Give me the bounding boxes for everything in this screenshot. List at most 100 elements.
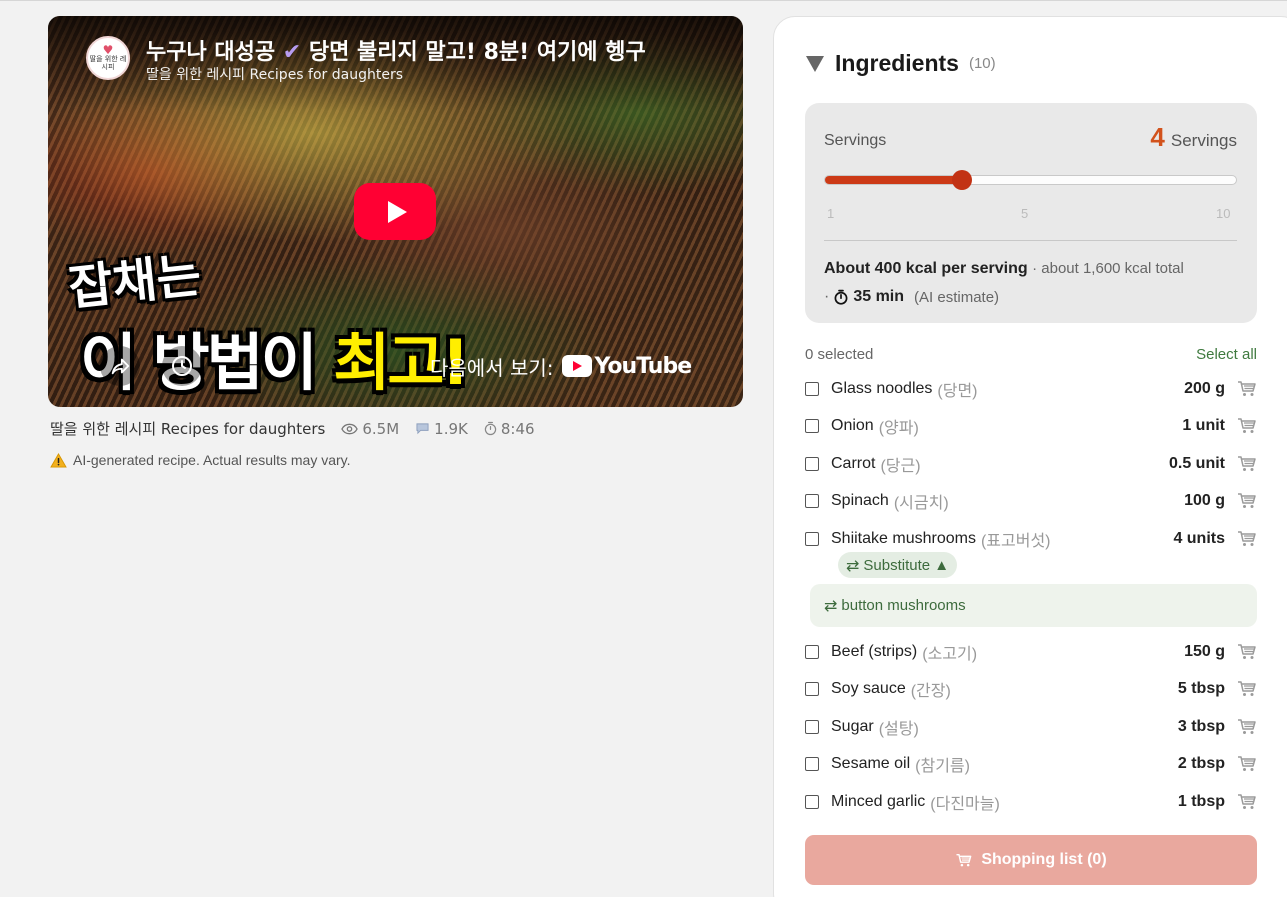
youtube-wordmark: YouTube [594,353,693,379]
views-stat: 6.5M [341,420,399,438]
ingredient-name: Minced garlic [831,793,926,810]
ingredient-checkbox[interactable] [805,795,819,809]
check-icon: ✔ [282,40,302,65]
add-to-cart-icon[interactable] [1237,793,1257,811]
ingredient-korean-name: (간장) [910,683,951,700]
watch-on-label: 다음에서 보기: [430,355,554,380]
eye-icon [341,423,359,434]
time-info: · 35 min (AI estimate) [824,288,999,306]
channel-avatar[interactable]: ♥ 딸을 위한 레시피 [86,36,130,80]
selected-count: 0 selected [805,346,874,363]
ingredient-row[interactable]: Carrot (당근) 0.5 unit [805,452,1257,476]
share-icon[interactable] [100,346,140,386]
ingredient-checkbox[interactable] [805,720,819,734]
ingredient-korean-name: (다진마늘) [930,796,1000,813]
ingredient-name: Soy sauce [831,680,906,697]
ingredient-row[interactable]: Glass noodles (당면) 200 g [805,377,1257,401]
ingredient-row[interactable]: Minced garlic (다진마늘) 1 tbsp [805,790,1257,814]
add-to-cart-icon[interactable] [1237,755,1257,773]
kcal-info: About 400 kcal per serving · about 1,600… [824,260,1184,278]
watch-on-youtube[interactable]: 다음에서 보기: YouTube [424,346,705,386]
ingredient-row[interactable]: Beef (strips) (소고기) 150 g [805,640,1257,664]
shopping-list-button[interactable]: Shopping list (0) [805,835,1257,885]
duration-text: 8:46 [500,419,535,438]
cook-time: 35 min [853,288,905,305]
ingredient-korean-name: (당면) [937,383,978,400]
kcal-per-serving: About 400 kcal per serving [824,260,1028,277]
video-meta: 딸을 위한 레시피 Recipes for daughters 6.5M 1.9… [50,418,535,439]
substitute-toggle[interactable]: ⇄ Substitute ▲ [838,552,958,578]
servings-unit: Servings [1170,131,1237,150]
warning-text: AI-generated recipe. Actual results may … [73,452,351,468]
shopping-list-label: Shopping list (0) [981,851,1107,868]
top-border [0,0,1287,1]
views-count: 6.5M [362,419,400,438]
select-all-link[interactable]: Select all [1196,346,1257,363]
servings-value: 4 Servings [1150,122,1237,153]
add-to-cart-icon[interactable] [1237,530,1257,548]
ingredient-amount: 3 tbsp [1177,718,1225,735]
add-to-cart-icon[interactable] [1237,643,1257,661]
ingredient-name: Spinach [831,492,889,509]
comments-count: 1.9K [434,419,468,438]
avatar-text: 딸을 위한 레시피 [89,55,127,71]
ingredient-checkbox[interactable] [805,645,819,659]
time-note: (AI estimate) [914,288,1000,306]
ingredient-name: Onion [831,417,874,434]
ai-warning: AI-generated recipe. Actual results may … [50,452,351,468]
servings-divider [824,240,1237,241]
ingredient-checkbox[interactable] [805,532,819,546]
add-to-cart-icon[interactable] [1237,492,1257,510]
add-to-cart-icon[interactable] [1237,718,1257,736]
play-button[interactable] [354,183,436,240]
watch-later-icon[interactable] [162,346,202,386]
swap-icon: ⇄ [824,596,838,615]
ingredient-amount: 0.5 unit [1168,455,1225,472]
ingredient-row[interactable]: Spinach (시금치) 100 g [805,489,1257,513]
stopwatch-icon [484,421,497,436]
ingredient-checkbox[interactable] [805,419,819,433]
ingredient-row[interactable]: Soy sauce (간장) 5 tbsp [805,677,1257,701]
video-title-part2: 당면 불리지 말고! 8분! 여기에 헹구 [308,40,646,65]
servings-slider[interactable] [824,170,1237,190]
add-to-cart-icon[interactable] [1237,380,1257,398]
servings-slider-thumb[interactable] [951,170,972,190]
ingredients-count: (10) [968,55,996,72]
ingredient-amount: 5 tbsp [1177,680,1225,697]
add-to-cart-icon[interactable] [1237,417,1257,435]
substitute-suggestion: ⇄ button mushrooms [810,584,1257,627]
ingredient-korean-name: (당근) [880,458,921,475]
ingredient-row[interactable]: Shiitake mushrooms (표고버섯) 4 units [805,527,1257,551]
ingredient-korean-name: (소고기) [922,646,978,663]
ingredient-name: Glass noodles [831,380,933,397]
ingredient-amount: 1 tbsp [1177,793,1225,810]
ingredient-checkbox[interactable] [805,757,819,771]
video-title[interactable]: 누구나 대성공 ✔ 당면 불리지 말고! 8분! 여기에 헹구 [146,34,736,66]
video-channel-name[interactable]: 딸을 위한 레시피 Recipes for daughters [146,64,403,84]
add-to-cart-icon[interactable] [1237,680,1257,698]
ingredients-header[interactable]: Ingredients (10) [806,50,996,77]
thumbnail-caption-top: 잡채는 [65,247,204,317]
collapse-triangle-icon[interactable] [806,55,824,72]
ingredient-korean-name: (설탕) [878,721,919,738]
ingredient-amount: 150 g [1184,643,1225,660]
selection-row: 0 selected Select all [805,346,1257,363]
duration-stat: 8:46 [484,420,535,438]
ingredient-amount: 2 tbsp [1177,755,1225,772]
slider-tick-max: 10 [1216,206,1231,221]
ingredient-row[interactable]: Sesame oil (참기름) 2 tbsp [805,752,1257,776]
add-to-cart-icon[interactable] [1237,455,1257,473]
ingredient-checkbox[interactable] [805,457,819,471]
ingredient-checkbox[interactable] [805,382,819,396]
ingredient-korean-name: (표고버섯) [980,533,1051,550]
ingredient-amount: 1 unit [1182,417,1225,434]
ingredient-amount: 4 units [1173,530,1225,547]
ingredient-checkbox[interactable] [805,494,819,508]
ingredient-row[interactable]: Onion (양파) 1 unit [805,414,1257,438]
youtube-play-icon [561,355,592,377]
video-player[interactable]: ♥ 딸을 위한 레시피 누구나 대성공 ✔ 당면 불리지 말고! 8분! 여기에… [48,16,743,407]
ingredient-row[interactable]: Sugar (설탕) 3 tbsp [805,715,1257,739]
ingredient-checkbox[interactable] [805,682,819,696]
substitute-label: Substitute ▲ [863,556,950,574]
meta-channel: 딸을 위한 레시피 Recipes for daughters [50,420,326,438]
